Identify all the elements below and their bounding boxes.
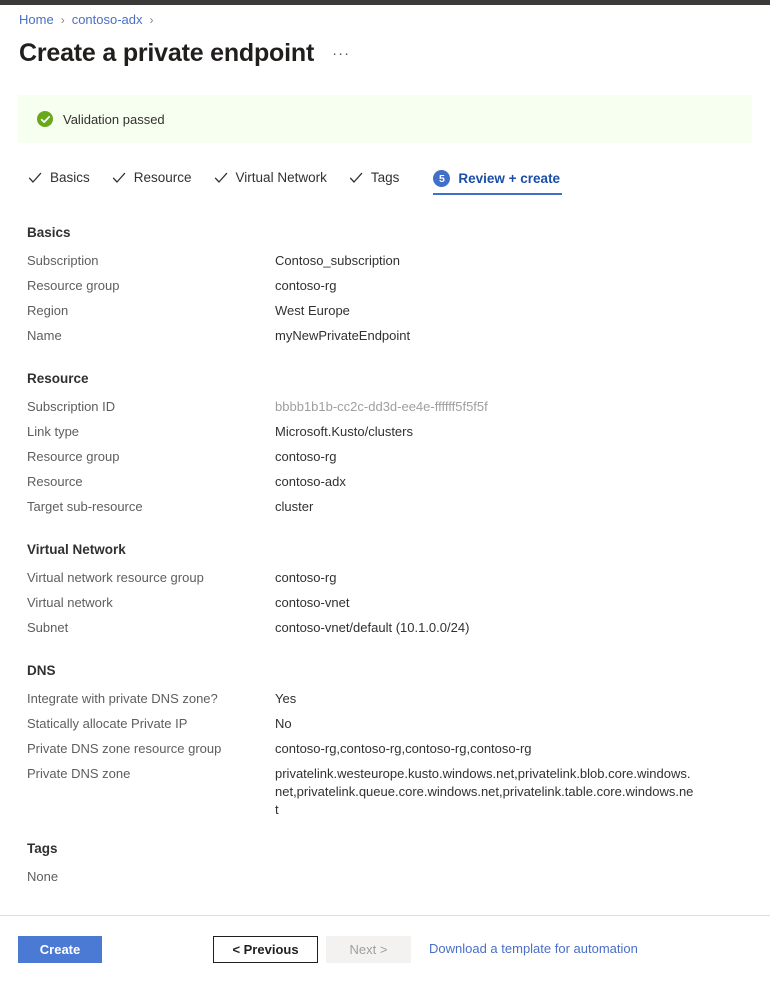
validation-banner: Validation passed xyxy=(18,95,752,143)
tab-basics[interactable]: Basics xyxy=(28,170,90,193)
row-value: contoso-vnet/default (10.1.0.0/24) xyxy=(275,620,470,635)
row-value: privatelink.westeurope.kusto.windows.net… xyxy=(275,766,694,817)
review-summary: Basics Subscription Contoso_subscription… xyxy=(27,225,742,912)
tab-resource[interactable]: Resource xyxy=(112,170,192,193)
create-button[interactable]: Create xyxy=(18,936,102,963)
row-label: Name xyxy=(27,328,62,343)
row-label: Resource xyxy=(27,474,83,489)
row-value: contoso-adx xyxy=(275,474,346,489)
checkmark-icon xyxy=(28,171,42,185)
row-label: Resource group xyxy=(27,278,120,293)
tab-virtual-network-label: Virtual Network xyxy=(235,170,327,185)
summary-row: Resource group contoso-rg xyxy=(27,448,742,466)
summary-row: Integrate with private DNS zone? Yes xyxy=(27,690,742,708)
section-resource: Resource Subscription ID bbbb1b1b-cc2c-d… xyxy=(27,371,742,516)
summary-row: Subscription Contoso_subscription xyxy=(27,252,742,270)
row-label: Subnet xyxy=(27,620,69,635)
row-label: Virtual network resource group xyxy=(27,570,204,585)
tab-resource-label: Resource xyxy=(133,170,192,185)
page-title: Create a private endpoint xyxy=(19,39,315,67)
row-value: contoso-rg,contoso-rg,contoso-rg,contoso… xyxy=(275,741,532,756)
row-label: Resource group xyxy=(27,449,120,464)
row-label: Region xyxy=(27,303,69,318)
section-heading-dns: DNS xyxy=(27,663,56,678)
row-label: Private DNS zone xyxy=(27,766,131,781)
row-label: Private DNS zone resource group xyxy=(27,741,222,756)
more-options-icon[interactable]: ··· xyxy=(332,39,350,69)
summary-row: Link type Microsoft.Kusto/clusters xyxy=(27,423,742,441)
breadcrumb-separator-icon-2: › xyxy=(149,13,154,27)
summary-row: Resource contoso-adx xyxy=(27,473,742,491)
checkmark-icon xyxy=(214,171,228,185)
row-value: contoso-rg xyxy=(275,278,337,293)
row-label: Subscription ID xyxy=(27,399,116,414)
checkmark-icon xyxy=(112,171,126,185)
row-label: Target sub-resource xyxy=(27,499,143,514)
row-label: Subscription xyxy=(27,253,99,268)
active-tab-underline xyxy=(433,192,563,195)
section-tags: Tags None xyxy=(27,841,742,886)
row-value: cluster xyxy=(275,499,314,514)
validation-message: Validation passed xyxy=(63,111,165,127)
summary-row: Private DNS zone privatelink.westeurope.… xyxy=(27,765,742,819)
next-button: Next > xyxy=(326,936,411,963)
summary-row: Target sub-resource cluster xyxy=(27,498,742,516)
row-value: contoso-rg xyxy=(275,449,337,464)
summary-row: Private DNS zone resource group contoso-… xyxy=(27,740,742,758)
section-virtual-network: Virtual Network Virtual network resource… xyxy=(27,542,742,637)
summary-row: Subnet contoso-vnet/default (10.1.0.0/24… xyxy=(27,619,742,637)
row-label: Statically allocate Private IP xyxy=(27,716,188,731)
section-heading-tags: Tags xyxy=(27,841,58,856)
row-label: Link type xyxy=(27,424,80,439)
previous-button[interactable]: < Previous xyxy=(213,936,318,963)
summary-row: Virtual network contoso-vnet xyxy=(27,594,742,612)
summary-row: Region West Europe xyxy=(27,302,742,320)
summary-row: Name myNewPrivateEndpoint xyxy=(27,327,742,345)
row-value: contoso-vnet xyxy=(275,595,350,610)
tab-review-create-label: Review + create xyxy=(458,171,561,186)
wizard-tabs: Basics Resource Virtual Network Tags 5 R… xyxy=(28,170,582,204)
tab-virtual-network[interactable]: Virtual Network xyxy=(214,170,327,193)
action-bar: Create < Previous Next > Download a temp… xyxy=(0,916,770,984)
tab-tags-label: Tags xyxy=(370,170,400,185)
row-value: bbbb1b1b-cc2c-dd3d-ee4e-ffffff5f5f5f xyxy=(275,399,488,414)
breadcrumb-separator-icon: › xyxy=(60,13,65,27)
step-number-badge: 5 xyxy=(433,170,451,187)
tab-tags[interactable]: Tags xyxy=(349,170,400,193)
tab-review-create[interactable]: 5 Review + create xyxy=(433,170,563,195)
row-value: Yes xyxy=(275,691,297,706)
summary-row: Resource group contoso-rg xyxy=(27,277,742,295)
breadcrumb-item-contoso-adx[interactable]: contoso-adx xyxy=(72,11,143,29)
row-value: contoso-rg xyxy=(275,570,337,585)
row-value: Microsoft.Kusto/clusters xyxy=(275,424,413,439)
summary-row: Virtual network resource group contoso-r… xyxy=(27,569,742,587)
row-label: Virtual network xyxy=(27,595,113,610)
summary-row: Subscription ID bbbb1b1b-cc2c-dd3d-ee4e-… xyxy=(27,398,742,416)
tab-basics-label: Basics xyxy=(50,170,90,185)
section-heading-basics: Basics xyxy=(27,225,71,240)
section-basics: Basics Subscription Contoso_subscription… xyxy=(27,225,742,345)
row-label: Integrate with private DNS zone? xyxy=(27,691,218,706)
section-dns: DNS Integrate with private DNS zone? Yes… xyxy=(27,663,742,819)
row-value: Contoso_subscription xyxy=(275,253,401,268)
checkmark-icon xyxy=(349,171,363,185)
tags-empty-text: None xyxy=(27,869,59,884)
section-heading-resource: Resource xyxy=(27,371,89,386)
download-template-link[interactable]: Download a template for automation xyxy=(429,941,638,956)
top-chrome-strip xyxy=(0,0,770,5)
row-value: myNewPrivateEndpoint xyxy=(275,328,411,343)
breadcrumb: Home › contoso-adx › xyxy=(19,11,161,29)
row-value: No xyxy=(275,716,292,731)
check-circle-icon xyxy=(37,111,53,127)
breadcrumb-item-home[interactable]: Home xyxy=(19,11,54,29)
summary-row: Statically allocate Private IP No xyxy=(27,715,742,733)
page-header: Create a private endpoint ··· xyxy=(19,38,350,72)
row-value: West Europe xyxy=(275,303,350,318)
section-heading-virtual-network: Virtual Network xyxy=(27,542,126,557)
